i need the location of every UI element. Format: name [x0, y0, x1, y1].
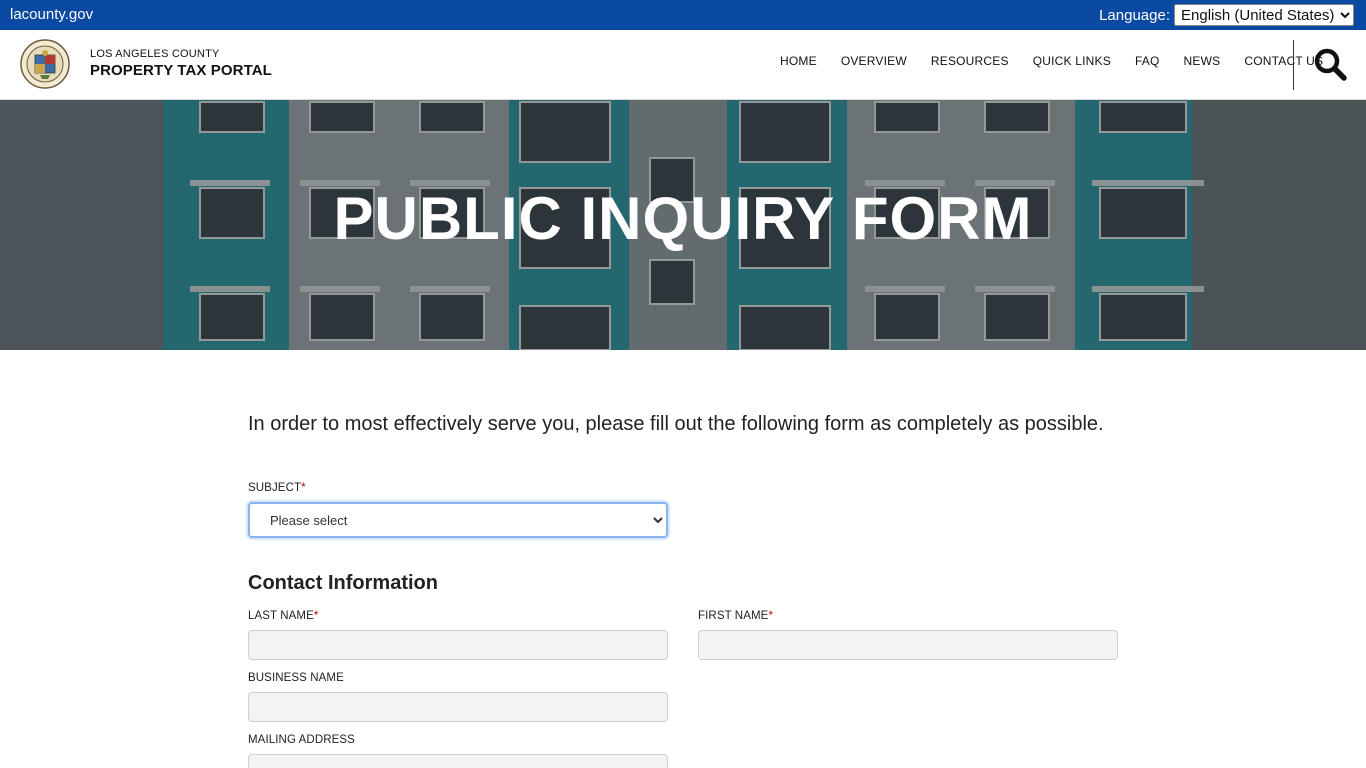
nav-home[interactable]: HOME	[780, 54, 817, 68]
nav-quick-links[interactable]: QUICK LINKS	[1033, 54, 1111, 68]
business-name-label: BUSINESS NAME	[248, 672, 344, 684]
language-label: Language:	[1099, 6, 1170, 24]
hero-banner: PUBLIC INQUIRY FORM	[0, 100, 1366, 350]
county-seal-logo[interactable]	[20, 39, 70, 89]
nav-faq[interactable]: FAQ	[1135, 54, 1160, 68]
brand[interactable]: LOS ANGELES COUNTY PROPERTY TAX PORTAL	[90, 48, 272, 79]
subject-label: SUBJECT*	[248, 482, 306, 494]
last-name-label-text: LAST NAME	[248, 610, 314, 622]
required-mark: *	[301, 482, 306, 494]
mailing-address-field[interactable]	[248, 754, 668, 768]
mailing-address-label: MAILING ADDRESS	[248, 734, 355, 746]
subject-select[interactable]: Please select	[248, 502, 668, 538]
contact-section-title: Contact Information	[248, 572, 438, 594]
brand-county: LOS ANGELES COUNTY	[90, 48, 220, 60]
language-selector: Language: English (United States)	[1099, 4, 1354, 26]
last-name-field[interactable]	[248, 630, 668, 660]
first-name-label-text: FIRST NAME	[698, 610, 769, 622]
nav-overview[interactable]: OVERVIEW	[841, 54, 907, 68]
nav-divider	[1293, 40, 1294, 90]
page-title: PUBLIC INQUIRY FORM	[333, 185, 1033, 252]
brand-portal: PROPERTY TAX PORTAL	[90, 62, 272, 79]
top-bar: lacounty.gov Language: English (United S…	[0, 0, 1366, 30]
first-name-field[interactable]	[698, 630, 1118, 660]
nav-resources[interactable]: RESOURCES	[931, 54, 1009, 68]
business-name-field[interactable]	[248, 692, 668, 722]
search-icon[interactable]	[1312, 46, 1348, 82]
lacounty-link[interactable]: lacounty.gov	[10, 6, 93, 23]
main-nav: HOME OVERVIEW RESOURCES QUICK LINKS FAQ …	[780, 54, 1347, 68]
required-mark: *	[768, 610, 774, 622]
subject-label-text: SUBJECT	[248, 482, 302, 494]
last-name-label: LAST NAME*	[248, 610, 318, 622]
required-mark: *	[313, 610, 319, 622]
first-name-label: FIRST NAME*	[698, 610, 773, 622]
nav-news[interactable]: NEWS	[1184, 54, 1221, 68]
form-intro: In order to most effectively serve you, …	[248, 413, 1104, 435]
site-header: LOS ANGELES COUNTY PROPERTY TAX PORTAL H…	[0, 30, 1366, 100]
language-select[interactable]: English (United States)	[1174, 4, 1354, 26]
